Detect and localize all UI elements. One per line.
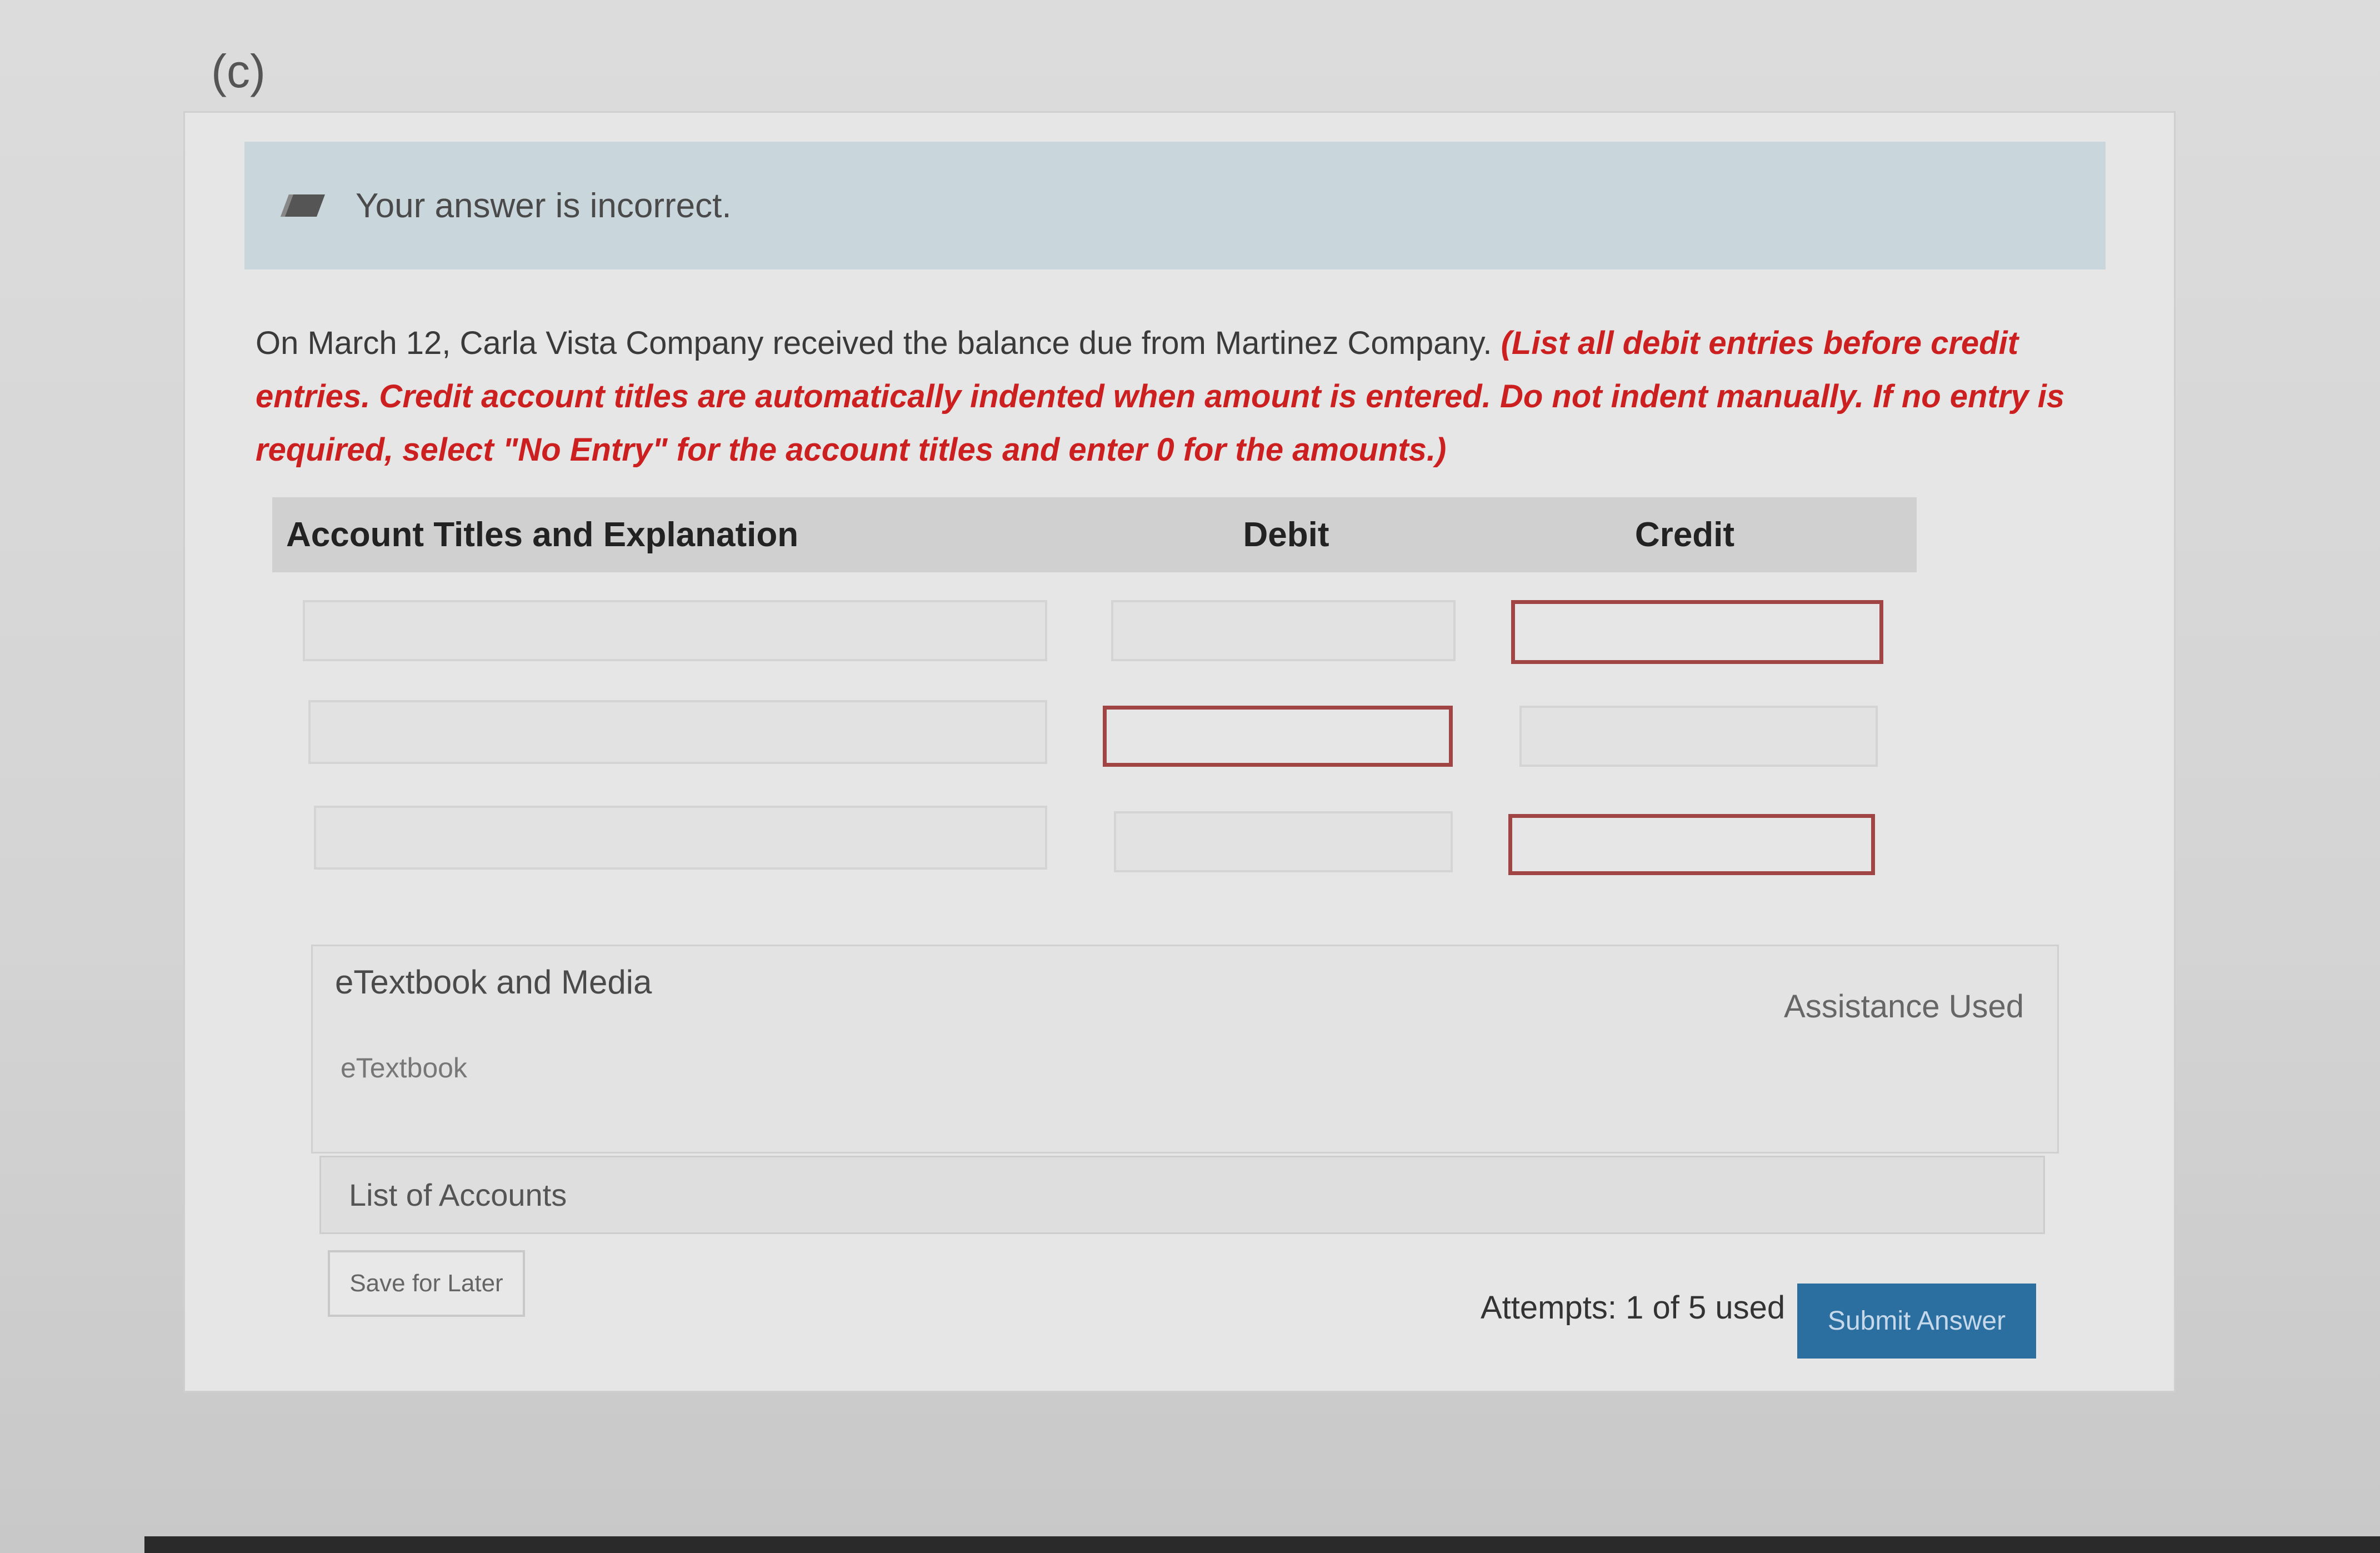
credit-input-row-1[interactable] xyxy=(1511,600,1883,664)
list-of-accounts-bar[interactable]: List of Accounts xyxy=(319,1156,2045,1234)
media-title: eTextbook and Media xyxy=(335,963,652,1001)
header-account: Account Titles and Explanation xyxy=(286,516,799,554)
question-prompt: On March 12, Carla Vista Company receive… xyxy=(256,325,1501,361)
attempts-counter: Attempts: 1 of 5 used xyxy=(1481,1290,1786,1326)
debit-input-row-2[interactable] xyxy=(1103,706,1453,767)
feedback-banner: Your answer is incorrect. xyxy=(244,142,2106,269)
assistance-used: Assistance Used xyxy=(1784,988,2024,1025)
question-text: On March 12, Carla Vista Company receive… xyxy=(256,317,2089,477)
etextbook-media-section: eTextbook and Media eTextbook Assistance… xyxy=(311,945,2059,1153)
account-select-row-3[interactable] xyxy=(314,806,1047,870)
list-of-accounts-label: List of Accounts xyxy=(349,1177,567,1212)
debit-input-row-3[interactable] xyxy=(1114,811,1453,872)
part-label: (c) xyxy=(211,45,266,97)
debit-input-row-1[interactable] xyxy=(1111,600,1456,661)
submit-answer-button[interactable]: Submit Answer xyxy=(1797,1284,2036,1359)
save-for-later-button[interactable]: Save for Later xyxy=(328,1250,525,1317)
feedback-message: Your answer is incorrect. xyxy=(356,186,732,225)
credit-input-row-2[interactable] xyxy=(1519,706,1878,767)
screen-bezel xyxy=(144,1536,2380,1553)
header-debit: Debit xyxy=(1243,516,1329,554)
account-select-row-1[interactable] xyxy=(303,600,1047,661)
account-select-row-2[interactable] xyxy=(308,700,1047,764)
journal-table-header: Account Titles and Explanation Debit Cre… xyxy=(272,497,1917,572)
etextbook-link[interactable]: eTextbook xyxy=(341,1052,467,1084)
header-credit: Credit xyxy=(1634,516,1735,554)
pencil-icon xyxy=(278,189,328,222)
credit-input-row-3[interactable] xyxy=(1508,814,1875,875)
